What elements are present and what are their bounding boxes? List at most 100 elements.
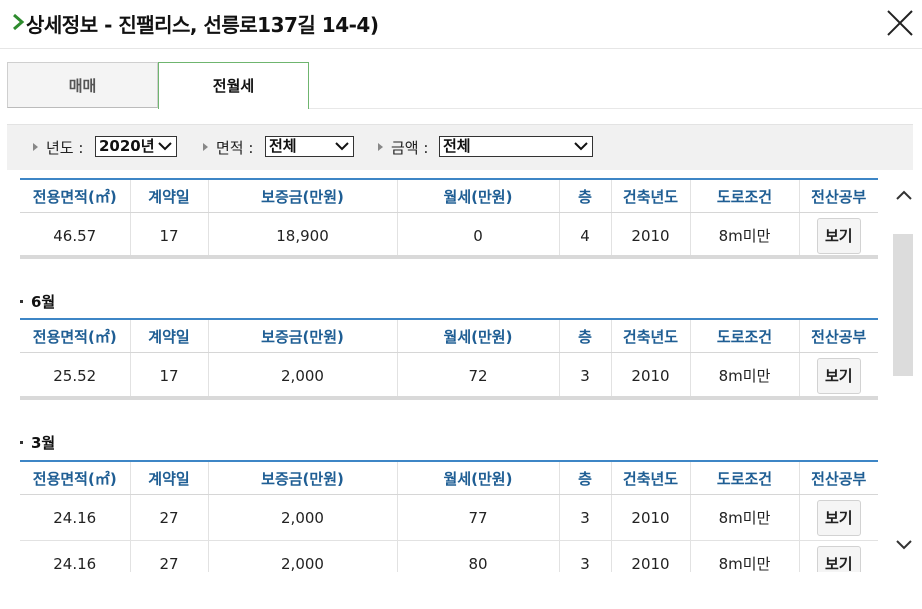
dialog-title: 상세정보 - 진팰리스, 선릉로137길 14-4)	[26, 13, 379, 37]
monthly-rent-cell: 0	[397, 212, 560, 259]
floor-cell: 3	[559, 494, 612, 541]
column-header: 월세(만원)	[397, 460, 560, 495]
area-cell: 25.52	[20, 352, 131, 399]
contract-day-cell: 17	[130, 212, 209, 259]
price-filter-label: 금액 :	[378, 137, 428, 158]
contract-day-cell: 17	[130, 352, 209, 399]
road-condition-cell: 8m미만	[690, 212, 800, 259]
column-header: 도로조건	[690, 178, 800, 213]
month-heading: 6월	[20, 291, 55, 312]
deposit-cell: 18,900	[208, 212, 398, 259]
table-bottom-border	[20, 396, 878, 400]
view-document-button[interactable]: 보기	[816, 217, 861, 254]
column-header: 보증금(만원)	[208, 460, 398, 495]
column-header: 계약일	[130, 460, 209, 495]
area-cell: 24.16	[20, 494, 131, 541]
column-header: 전용면적(㎡)	[20, 178, 131, 213]
view-document-button[interactable]: 보기	[816, 545, 861, 572]
deal-table: 전용면적(㎡) 계약일 보증금(만원) 월세(만원) 층 건축년도 도로조건 전…	[20, 460, 878, 572]
column-header: 보증금(만원)	[208, 178, 398, 213]
monthly-rent-cell: 72	[397, 352, 560, 399]
tab-rent[interactable]: 전월세	[158, 62, 309, 109]
deposit-cell: 2,000	[208, 540, 398, 572]
column-header: 월세(만원)	[397, 318, 560, 353]
tab-sale[interactable]: 매매	[7, 62, 158, 108]
title-bar: 상세정보 - 진팰리스, 선릉로137길 14-4)	[0, 0, 922, 49]
month-heading: 3월	[20, 432, 55, 453]
document-cell: 보기	[799, 352, 878, 399]
area-select[interactable]: 전체	[265, 136, 354, 157]
table-row: 46.57 17 18,900 0 4 2010 8m미만 보기	[20, 212, 878, 259]
triangle-right-icon	[203, 143, 208, 151]
column-header: 층	[559, 460, 612, 495]
road-condition-cell: 8m미만	[690, 494, 800, 541]
floor-cell: 3	[559, 352, 612, 399]
table-row: 25.52 17 2,000 72 3 2010 8m미만 보기	[20, 352, 878, 399]
floor-cell: 4	[559, 212, 612, 259]
area-cell: 24.16	[20, 540, 131, 572]
column-header: 건축년도	[611, 178, 691, 213]
table-bottom-border	[20, 255, 878, 259]
triangle-right-icon	[378, 143, 383, 151]
area-cell: 46.57	[20, 212, 131, 259]
table-header: 전용면적(㎡) 계약일 보증금(만원) 월세(만원) 층 건축년도 도로조건 전…	[20, 178, 878, 213]
column-header: 계약일	[130, 178, 209, 213]
column-header: 건축년도	[611, 460, 691, 495]
chevron-down-icon[interactable]	[893, 534, 915, 556]
filter-bar: 년도 : 2020년 면적 : 전체 금액 : 전체	[7, 124, 913, 171]
view-document-button[interactable]: 보기	[816, 499, 861, 536]
table-row: 24.16 27 2,000 77 3 2010 8m미만 보기	[20, 494, 878, 541]
build-year-cell: 2010	[611, 494, 691, 541]
column-header: 도로조건	[690, 318, 800, 353]
table-row: 24.16 27 2,000 80 3 2010 8m미만 보기	[20, 540, 878, 572]
document-cell: 보기	[799, 212, 878, 259]
build-year-cell: 2010	[611, 352, 691, 399]
column-header: 전용면적(㎡)	[20, 318, 131, 353]
column-header: 월세(만원)	[397, 178, 560, 213]
price-select[interactable]: 전체	[439, 136, 593, 157]
column-header: 전용면적(㎡)	[20, 460, 131, 495]
tab-bar: 매매 전월세	[0, 62, 922, 109]
road-condition-cell: 8m미만	[690, 352, 800, 399]
vertical-scrollbar[interactable]	[893, 170, 915, 572]
deal-table: 전용면적(㎡) 계약일 보증금(만원) 월세(만원) 층 건축년도 도로조건 전…	[20, 318, 878, 399]
monthly-rent-cell: 80	[397, 540, 560, 572]
bullet-dot	[20, 441, 23, 444]
deposit-cell: 2,000	[208, 352, 398, 399]
table-header: 전용면적(㎡) 계약일 보증금(만원) 월세(만원) 층 건축년도 도로조건 전…	[20, 460, 878, 495]
table-header: 전용면적(㎡) 계약일 보증금(만원) 월세(만원) 층 건축년도 도로조건 전…	[20, 318, 878, 353]
tab-divider	[309, 108, 922, 109]
chevron-down-icon	[335, 142, 349, 151]
contract-day-cell: 27	[130, 540, 209, 572]
column-header: 전산공부	[799, 318, 878, 353]
chevron-right-icon	[13, 13, 25, 31]
close-icon[interactable]	[884, 7, 916, 39]
deal-table: 전용면적(㎡) 계약일 보증금(만원) 월세(만원) 층 건축년도 도로조건 전…	[20, 178, 878, 259]
column-header: 전산공부	[799, 178, 878, 213]
deal-list[interactable]: 전용면적(㎡) 계약일 보증금(만원) 월세(만원) 층 건축년도 도로조건 전…	[0, 170, 893, 572]
scrollbar-thumb[interactable]	[893, 234, 913, 376]
column-header: 보증금(만원)	[208, 318, 398, 353]
monthly-rent-cell: 77	[397, 494, 560, 541]
column-header: 계약일	[130, 318, 209, 353]
view-document-button[interactable]: 보기	[816, 357, 861, 394]
contract-day-cell: 27	[130, 494, 209, 541]
year-select[interactable]: 2020년	[95, 136, 177, 157]
bullet-dot	[20, 300, 23, 303]
chevron-up-icon[interactable]	[893, 184, 915, 206]
floor-cell: 3	[559, 540, 612, 572]
column-header: 건축년도	[611, 318, 691, 353]
year-filter-label: 년도 :	[33, 137, 83, 158]
area-filter-label: 면적 :	[203, 137, 253, 158]
build-year-cell: 2010	[611, 540, 691, 572]
document-cell: 보기	[799, 494, 878, 541]
chevron-down-icon	[158, 142, 172, 151]
document-cell: 보기	[799, 540, 878, 572]
column-header: 층	[559, 318, 612, 353]
column-header: 층	[559, 178, 612, 213]
column-header: 전산공부	[799, 460, 878, 495]
chevron-down-icon	[574, 142, 588, 151]
column-header: 도로조건	[690, 460, 800, 495]
build-year-cell: 2010	[611, 212, 691, 259]
deposit-cell: 2,000	[208, 494, 398, 541]
